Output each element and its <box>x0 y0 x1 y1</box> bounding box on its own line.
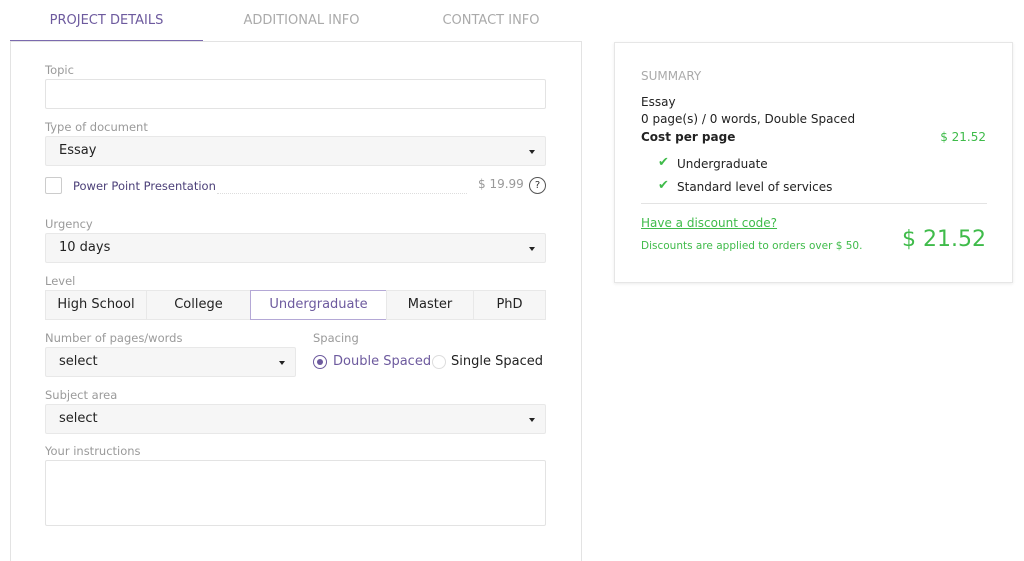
radio-double-spaced[interactable] <box>313 355 327 369</box>
subject-select[interactable]: select <box>45 404 546 434</box>
level-phd[interactable]: PhD <box>473 290 546 320</box>
caret-down-icon <box>529 247 535 251</box>
urgency-value: 10 days <box>59 240 111 255</box>
check-icon: ✔ <box>658 178 669 193</box>
topic-label: Topic <box>45 63 74 77</box>
summary-card: SUMMARY Essay 0 page(s) / 0 words, Doubl… <box>614 42 1013 283</box>
spacing-label: Spacing <box>313 331 359 345</box>
level-high-school[interactable]: High School <box>45 290 147 320</box>
caret-down-icon <box>529 150 535 154</box>
total-price: $ 21.52 <box>902 227 986 252</box>
summary-title: SUMMARY <box>641 69 702 83</box>
feature-item: Undergraduate <box>677 157 768 171</box>
level-label: Level <box>45 274 76 288</box>
level-college[interactable]: College <box>146 290 251 320</box>
pages-select[interactable]: select <box>45 347 296 377</box>
subject-label: Subject area <box>45 388 118 402</box>
feature-item: Standard level of services <box>677 180 833 194</box>
instructions-label: Your instructions <box>45 444 141 458</box>
pages-label: Number of pages/words <box>45 331 183 345</box>
cost-label: Cost per page <box>641 130 736 144</box>
cost-value: $ 21.52 <box>940 130 986 144</box>
summary-doc: Essay <box>641 95 676 109</box>
doc-type-value: Essay <box>59 143 97 158</box>
ppt-divider <box>217 193 467 194</box>
tab-additional-info[interactable]: ADDITIONAL INFO <box>203 0 400 42</box>
caret-down-icon <box>279 361 285 365</box>
level-master[interactable]: Master <box>386 290 474 320</box>
radio-single-spaced[interactable] <box>432 355 446 369</box>
doc-type-select[interactable]: Essay <box>45 136 546 166</box>
summary-details: 0 page(s) / 0 words, Double Spaced <box>641 112 856 126</box>
check-icon: ✔ <box>658 155 669 170</box>
discount-code-link[interactable]: Have a discount code? <box>641 216 777 230</box>
urgency-label: Urgency <box>45 217 93 231</box>
ppt-checkbox[interactable] <box>45 177 62 194</box>
question-circle-icon[interactable]: ? <box>529 177 546 194</box>
tab-contact-info[interactable]: CONTACT INFO <box>400 0 582 42</box>
topic-input[interactable] <box>45 79 546 109</box>
double-spaced-label[interactable]: Double Spaced <box>333 354 431 369</box>
instructions-textarea[interactable] <box>45 460 546 526</box>
single-spaced-label[interactable]: Single Spaced <box>451 354 543 369</box>
level-undergraduate[interactable]: Undergraduate <box>250 290 387 320</box>
subject-value: select <box>59 411 98 426</box>
ppt-price: $ 19.99 <box>478 177 524 191</box>
doc-type-label: Type of document <box>45 120 148 134</box>
ppt-label[interactable]: Power Point Presentation <box>73 179 216 193</box>
tab-project-details[interactable]: PROJECT DETAILS <box>10 0 203 42</box>
caret-down-icon <box>529 418 535 422</box>
summary-divider <box>641 203 987 204</box>
urgency-select[interactable]: 10 days <box>45 233 546 263</box>
discount-note: Discounts are applied to orders over $ 5… <box>641 240 863 252</box>
pages-value: select <box>59 354 98 369</box>
